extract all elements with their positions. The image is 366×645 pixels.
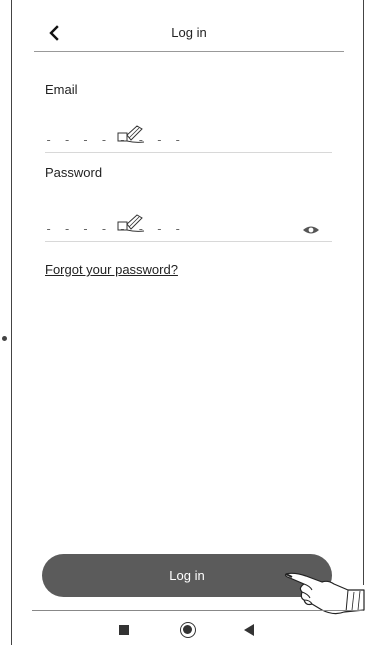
device-frame-right [363,0,364,585]
device-frame-left [11,0,12,645]
email-label: Email [45,82,78,97]
app-header: Log in [34,14,344,52]
login-button-label: Log in [169,568,205,583]
triangle-back-icon[interactable] [244,624,254,636]
side-marker [2,336,7,341]
password-value: - - - - - - - - [45,222,184,236]
nav-divider [32,610,363,611]
system-nav-bar [32,612,363,645]
handwriting-pen-icon [117,125,145,143]
page-title: Log in [171,25,207,40]
email-value: - - - - - - - - [45,133,184,147]
email-field[interactable]: - - - - - - - - [45,121,332,153]
handwriting-pen-icon [117,214,145,232]
hand-pointer-icon [284,572,365,615]
password-field[interactable]: - - - - - - - - [45,210,332,242]
password-label: Password [45,165,103,180]
circle-icon[interactable] [180,622,196,638]
forgot-password-link[interactable]: Forgot your password? [45,262,178,277]
eye-icon[interactable] [302,224,320,236]
square-icon[interactable] [119,625,129,635]
